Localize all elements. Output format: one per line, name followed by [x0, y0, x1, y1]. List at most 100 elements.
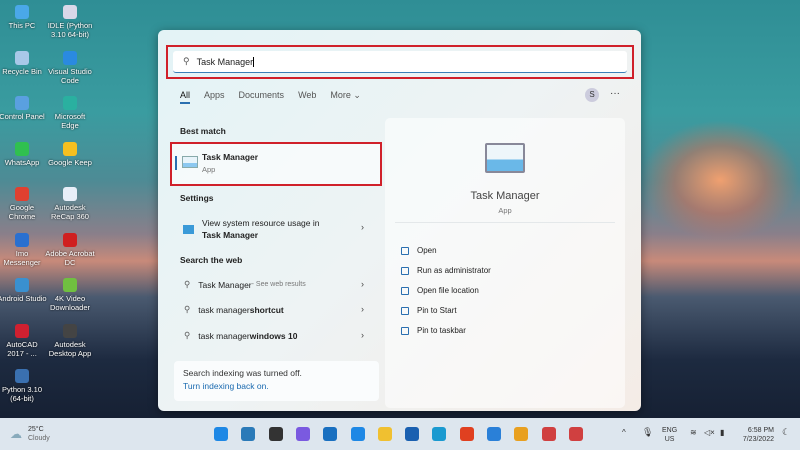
open-icon	[401, 246, 409, 255]
search-icon: ⚲	[184, 330, 191, 340]
app-icon	[63, 232, 77, 247]
app-icon	[15, 141, 29, 156]
help-icon[interactable]	[350, 427, 365, 441]
best-match-item[interactable]: Task Manager App	[170, 142, 382, 186]
app-icon	[63, 141, 77, 156]
desktop-icon[interactable]: Python 3.10 (64-bit)	[0, 369, 47, 403]
search-icon[interactable]	[241, 427, 256, 441]
desktop-icon[interactable]: Autodesk ReCap 360	[45, 187, 95, 221]
desktop-icon[interactable]: Imo Messenger	[0, 232, 47, 267]
desktop-icon[interactable]: Control Panel	[0, 96, 47, 121]
best-match-heading: Best match	[180, 126, 226, 136]
monitor-icon	[183, 224, 194, 234]
chevron-right-icon: ›	[361, 222, 364, 232]
web-result-item[interactable]: ⚲ Task Manager - See web results	[180, 279, 370, 290]
folder-icon	[401, 286, 409, 295]
web-result-item[interactable]: ⚲ task manager windows 10	[180, 330, 370, 341]
weather-widget[interactable]: ☁ 25°C Cloudy	[10, 425, 50, 443]
app-icon	[63, 96, 77, 110]
app-icon	[63, 5, 77, 19]
action-0[interactable]: Open	[401, 246, 437, 255]
filter-tabs: All Apps Documents Web More ⌄	[180, 90, 361, 104]
volume-icon[interactable]: ◁×	[704, 428, 715, 437]
app-icon	[63, 278, 77, 292]
chevron-right-icon: ›	[361, 330, 364, 340]
settings-heading: Settings	[180, 193, 214, 203]
file-explorer-icon[interactable]	[377, 427, 392, 441]
app-icon	[15, 50, 29, 65]
desktop-icon[interactable]: WhatsApp	[0, 141, 47, 167]
desktop-icon[interactable]: IDLE (Python 3.10 64-bit)	[45, 5, 95, 39]
chevron-right-icon: ›	[361, 304, 364, 314]
action-3[interactable]: Pin to Start	[401, 306, 457, 315]
web-result-item[interactable]: ⚲ task manager shortcut	[180, 304, 370, 315]
web-heading: Search the web	[180, 255, 243, 265]
desktop-icon[interactable]: Android Studio	[0, 278, 47, 303]
microphone-icon[interactable]: 🎙	[642, 427, 653, 438]
task-manager-icon	[182, 156, 198, 168]
edge-icon[interactable]	[432, 427, 447, 441]
search-icon: ⚲	[184, 279, 191, 289]
pin-icon	[401, 326, 409, 335]
desktop-icon[interactable]: Microsoft Edge	[45, 96, 95, 130]
search-highlight: ⚲ Task Manager	[166, 45, 634, 79]
desktop-icon[interactable]: Recycle Bin	[0, 50, 47, 76]
desktop-icon[interactable]: Autodesk Desktop App	[45, 323, 95, 358]
shield-icon	[401, 266, 409, 275]
tab-more[interactable]: More ⌄	[330, 90, 361, 104]
tab-web[interactable]: Web	[298, 90, 316, 104]
app-icon	[15, 369, 29, 383]
action-1[interactable]: Run as administrator	[401, 266, 491, 275]
notification-icon[interactable]: ☾	[782, 427, 790, 438]
teams-icon[interactable]	[295, 427, 310, 441]
turn-indexing-on-link[interactable]: Turn indexing back on.	[183, 380, 370, 393]
search-panel: ⚲ Task Manager All Apps Documents Web Mo…	[158, 30, 641, 411]
chrome-icon[interactable]	[514, 427, 529, 441]
tab-documents[interactable]: Documents	[239, 90, 285, 104]
taskbar: ☁ 25°C Cloudy ^ 🎙 ENG US ≋ ◁× ▮ 6:58 PM 7/2…	[0, 418, 800, 450]
desktop-icon[interactable]: AutoCAD 2017 - ...	[0, 323, 47, 358]
wallpaper-glow	[640, 120, 800, 240]
app-icon	[15, 5, 29, 19]
task-manager-large-icon	[485, 143, 525, 173]
chevron-right-icon: ›	[361, 279, 364, 289]
todo-icon[interactable]	[487, 427, 501, 441]
task-view-icon[interactable]	[268, 427, 283, 441]
action-4[interactable]: Pin to taskbar	[401, 326, 466, 335]
action-2[interactable]: Open file location	[401, 286, 479, 295]
tray-overflow-icon[interactable]: ^	[622, 428, 626, 437]
clock[interactable]: 6:58 PM 7/23/2022	[738, 426, 774, 444]
indexing-notice: Search indexing was turned off. Turn ind…	[174, 361, 379, 401]
desktop-icon[interactable]: This PC	[0, 5, 47, 30]
office-icon[interactable]	[459, 427, 474, 441]
avatar[interactable]: S	[585, 88, 599, 102]
chrome-profile-icon[interactable]	[568, 427, 583, 441]
preview-pane: Task Manager App Open Run as administrato…	[385, 118, 625, 408]
language-indicator[interactable]: ENG US	[662, 426, 677, 444]
app-icon	[63, 50, 77, 65]
settings-item[interactable]: View system resource usage in Task Manage…	[180, 217, 370, 241]
wifi-icon[interactable]: ≋	[690, 428, 697, 437]
app-icon	[15, 278, 29, 292]
app-icon	[15, 96, 29, 110]
app-icon	[63, 187, 77, 201]
app-icon	[15, 232, 29, 247]
search-input[interactable]: ⚲ Task Manager	[173, 51, 627, 73]
desktop-icon[interactable]: Google Keep	[45, 141, 95, 167]
app-icon	[15, 323, 29, 338]
desktop-icon[interactable]: 4K Video Downloader	[45, 278, 95, 312]
more-options-icon[interactable]: ···	[610, 88, 620, 99]
desktop-icon[interactable]: Adobe Acrobat DC	[45, 232, 95, 267]
zoom-icon[interactable]	[323, 427, 338, 441]
tab-apps[interactable]: Apps	[204, 90, 225, 104]
cloud-icon: ☁	[10, 427, 22, 441]
tab-all[interactable]: All	[180, 90, 191, 104]
chrome-profile-icon[interactable]	[541, 427, 556, 441]
desktop-icon[interactable]: Visual Studio Code	[45, 50, 95, 85]
search-icon: ⚲	[183, 56, 190, 66]
store-icon[interactable]	[405, 427, 420, 441]
search-icon: ⚲	[184, 304, 191, 314]
battery-icon[interactable]: ▮	[720, 428, 724, 437]
desktop-icon[interactable]: Google Chrome	[0, 187, 47, 221]
start-icon[interactable]	[214, 427, 228, 441]
